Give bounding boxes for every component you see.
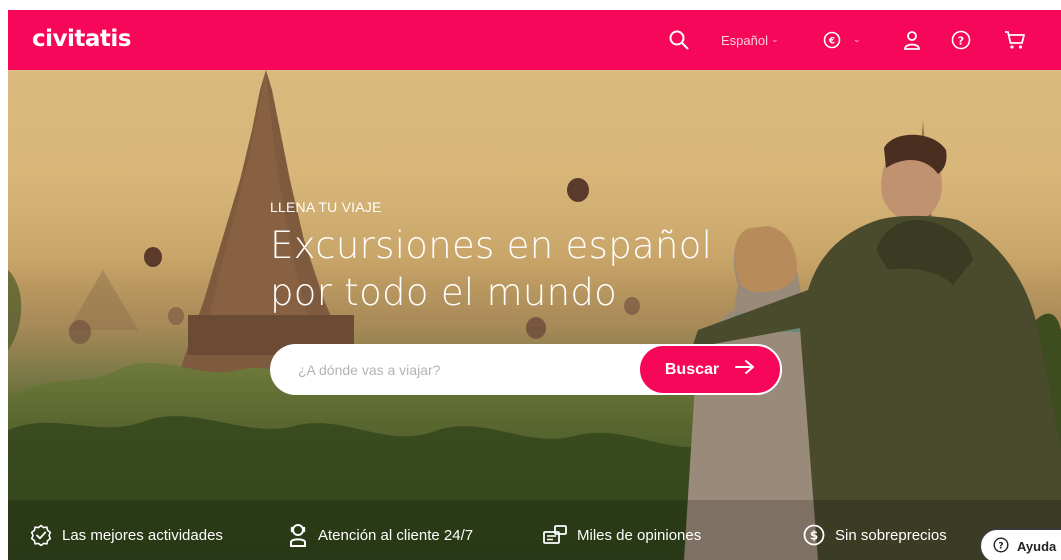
svg-text:$: $ xyxy=(810,528,818,542)
ticket-icon xyxy=(543,525,567,545)
hero-headline-line2: por todo el mundo xyxy=(270,271,618,314)
search-button-label: Buscar xyxy=(664,360,720,378)
dollar-circle-icon: $ xyxy=(803,524,825,546)
feature-label: Sin sobreprecios xyxy=(835,526,947,544)
feature-label: Miles de opiniones xyxy=(577,526,702,544)
civitatis-logo[interactable]: civitatis xyxy=(32,26,131,52)
feature-customer-support: Atención al cliente 24/7 xyxy=(288,520,473,550)
chevron-down-icon: ⌄ xyxy=(770,35,779,45)
arrow-right-icon xyxy=(735,359,755,380)
headset-icon xyxy=(288,523,308,547)
search-button[interactable]: Buscar xyxy=(638,344,782,395)
badge-check-icon xyxy=(30,524,52,546)
user-icon[interactable] xyxy=(903,10,921,70)
help-chat-button[interactable]: ? Ayuda xyxy=(979,528,1061,560)
hero-headline-line1: Excursiones en español xyxy=(270,224,713,267)
top-navbar: civitatis Español ⌄ € ⌄ ? xyxy=(8,10,1061,70)
svg-text:?: ? xyxy=(998,541,1003,551)
language-selector[interactable]: Español ⌄ xyxy=(721,10,779,70)
destination-search-input[interactable] xyxy=(298,344,628,395)
feature-reviews: Miles de opiniones xyxy=(543,520,701,550)
help-label: Ayuda xyxy=(1017,538,1057,554)
feature-label: Atención al cliente 24/7 xyxy=(318,526,474,544)
help-circle-icon[interactable]: ? xyxy=(951,10,971,70)
euro-icon: € xyxy=(823,31,841,49)
hero-headline: Excursiones en español por todo el mundo xyxy=(270,222,790,316)
feature-no-surcharges: $ Sin sobreprecios xyxy=(803,520,947,550)
hero-eyebrow: LLENA TU VIAJE xyxy=(270,199,382,215)
search-bar: Buscar xyxy=(270,344,782,395)
help-circle-icon: ? xyxy=(993,536,1009,556)
svg-text:€: € xyxy=(828,37,835,47)
language-label: Español xyxy=(721,32,768,48)
currency-selector[interactable]: € ⌄ xyxy=(823,10,861,70)
svg-text:?: ? xyxy=(958,34,964,47)
hero-banner: LLENA TU VIAJE Excursiones en español po… xyxy=(8,70,1061,560)
feature-label: Las mejores actividades xyxy=(62,526,223,544)
feature-best-activities: Las mejores actividades xyxy=(30,520,223,550)
search-icon[interactable] xyxy=(668,10,690,70)
cart-icon[interactable] xyxy=(1004,10,1026,70)
chevron-down-icon: ⌄ xyxy=(853,35,861,45)
